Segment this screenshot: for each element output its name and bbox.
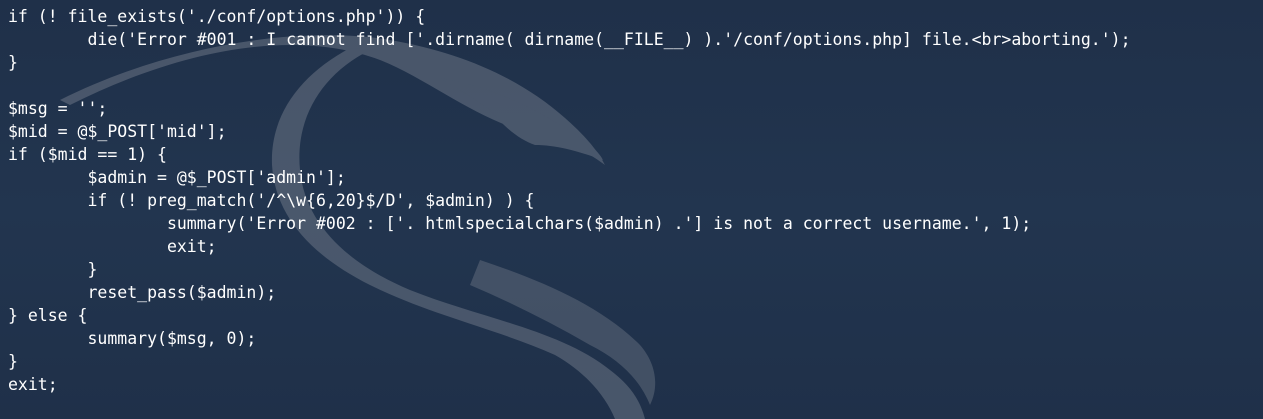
code-line: if (! file_exists('./conf/options.php'))… — [8, 7, 426, 26]
code-line: summary('Error #002 : ['. htmlspecialcha… — [8, 214, 1032, 233]
code-line: reset_pass($admin); — [8, 283, 277, 302]
code-line: exit; — [8, 375, 58, 394]
code-line: $admin = @$_POST['admin']; — [8, 168, 346, 187]
code-line: die('Error #001 : I cannot find ['.dirna… — [8, 30, 1131, 49]
code-line: $msg = ''; — [8, 99, 108, 118]
code-line: } — [8, 53, 18, 72]
code-line: $mid = @$_POST['mid']; — [8, 122, 227, 141]
code-line: if ($mid == 1) { — [8, 145, 167, 164]
code-line: if (! preg_match('/^\w{6,20}$/D', $admin… — [8, 191, 535, 210]
code-line: } — [8, 352, 18, 371]
code-line: } — [8, 260, 98, 279]
code-line: summary($msg, 0); — [8, 329, 257, 348]
terminal-output: if (! file_exists('./conf/options.php'))… — [8, 5, 1258, 415]
code-line: } else { — [8, 306, 88, 325]
code-line: exit; — [8, 237, 217, 256]
